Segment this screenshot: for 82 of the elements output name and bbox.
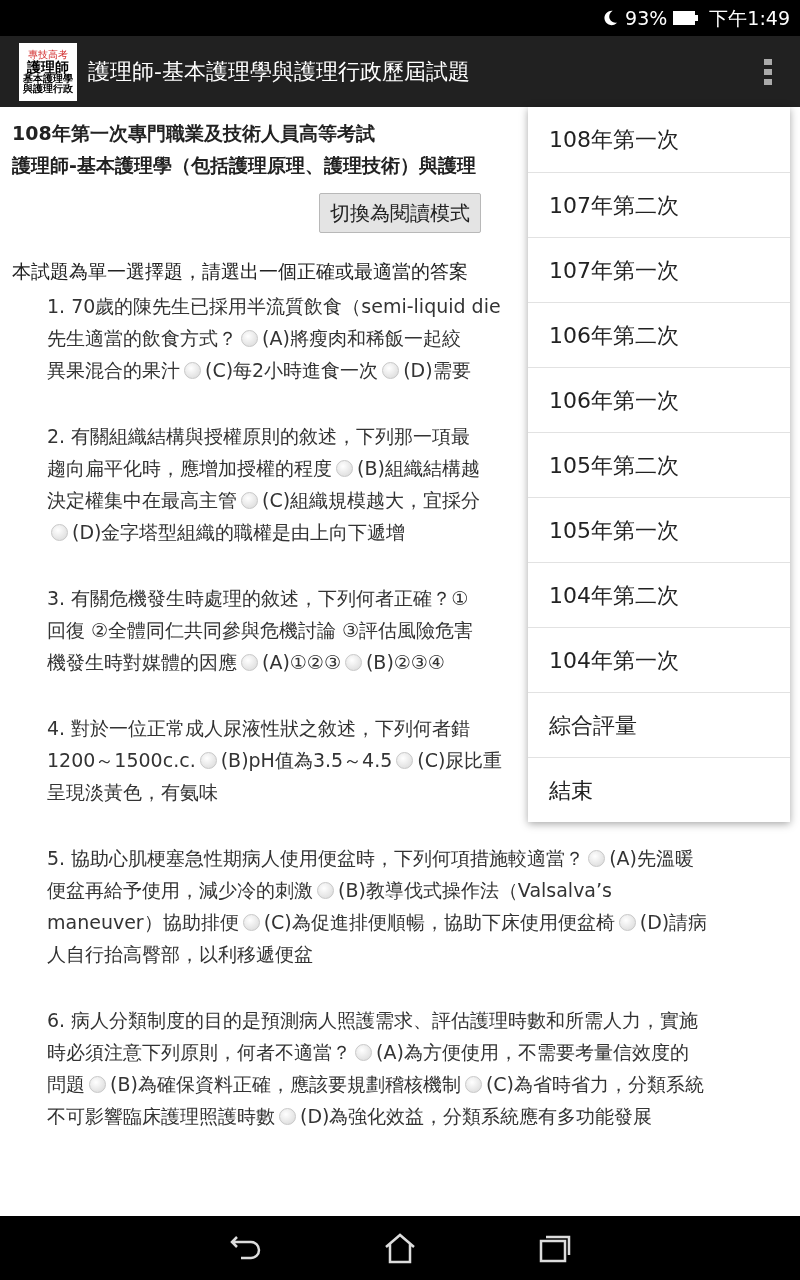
question-text: 2. 有關組織結構與授權原則的敘述，下列那一項最: [47, 423, 471, 449]
question-text: 時必須注意下列原則，何者不適當？: [47, 1039, 351, 1065]
battery-icon: [673, 10, 700, 26]
question-text: 異果混合的果汁: [47, 357, 180, 383]
instruction-text: 本試題為單一選擇題，請選出一個正確或最適當的答案: [12, 259, 468, 284]
question-text: 機發生時對媒體的因應: [47, 649, 237, 675]
menu-item[interactable]: 107年第二次: [528, 172, 790, 237]
question-text: (B)pH值為3.5～4.5: [220, 747, 393, 773]
radio-button[interactable]: [588, 849, 606, 867]
question-text: 4. 對於一位正常成人尿液性狀之敘述，下列何者錯: [47, 715, 471, 741]
clock-time: 下午1:49: [709, 5, 790, 31]
radio-button[interactable]: [396, 751, 414, 769]
question-text: (C)為省時省力，分類系統: [485, 1071, 704, 1097]
question-text: 6. 病人分類制度的目的是預測病人照護需求、評估護理時數和所需人力，實施: [47, 1007, 699, 1033]
battery-percent: 93%: [625, 5, 668, 31]
question-text: maneuver）協助排便: [47, 909, 239, 935]
radio-button[interactable]: [89, 1075, 106, 1093]
logo-text: 護理師: [27, 59, 69, 74]
question-text: 問題: [47, 1071, 85, 1097]
question-text: (B)為確保資料正確，應該要規劃稽核機制: [110, 1071, 461, 1097]
menu-item[interactable]: 105年第一次: [528, 497, 790, 562]
radio-button[interactable]: [464, 1075, 482, 1093]
exam-heading: 護理師-基本護理學（包括護理原理、護理技術）與護理: [12, 153, 476, 178]
question-text: 人自行抬高臀部，以利移遞便盆: [47, 941, 313, 967]
question-text: (A)先溫暖: [609, 845, 694, 871]
logo-text: 專技高考: [28, 49, 68, 60]
question-text: (C)組織規模越大，宜採分: [262, 487, 481, 513]
radio-button[interactable]: [241, 329, 258, 347]
menu-item[interactable]: 105年第二次: [528, 432, 790, 497]
radio-button[interactable]: [279, 1107, 296, 1125]
recent-apps-icon[interactable]: [537, 1233, 571, 1263]
app-title: 護理師-基本護理學與護理行政歷屆試題: [88, 58, 471, 86]
radio-button[interactable]: [618, 913, 636, 931]
question-text: 先生適當的飲食方式？: [47, 325, 237, 351]
question-text: 便盆再給予使用，減少冷的刺激: [47, 877, 313, 903]
radio-button[interactable]: [242, 913, 260, 931]
question-text: 1200～1500c.c.: [47, 747, 196, 773]
radio-button[interactable]: [355, 1043, 372, 1061]
question-text: (D)為強化效益，分類系統應有多功能發展: [300, 1103, 653, 1129]
more-options-icon[interactable]: [764, 58, 772, 85]
exam-heading: 108年第一次專門職業及技術人員高等考試: [12, 121, 375, 146]
question-text: (C)每2小時進食一次: [205, 357, 379, 383]
menu-item[interactable]: 108年第一次: [528, 107, 790, 172]
home-icon[interactable]: [383, 1232, 417, 1264]
question-text: (D)請病: [639, 909, 708, 935]
radio-button[interactable]: [184, 361, 201, 379]
radio-button[interactable]: [241, 653, 258, 671]
question-text: 決定權集中在最高主管: [47, 487, 237, 513]
menu-item[interactable]: 106年第二次: [528, 302, 790, 367]
question-text: 趨向扁平化時，應增加授權的程度: [47, 455, 332, 481]
radio-button[interactable]: [241, 491, 258, 509]
logo-text: 基本護理學: [23, 73, 73, 84]
radio-button[interactable]: [382, 361, 400, 379]
question-text: 3. 有關危機發生時處理的敘述，下列何者正確？①: [47, 585, 469, 611]
question-text: 呈現淡黃色，有氨味: [47, 779, 218, 805]
question-text: (C)為促進排便順暢，協助下床使用便盆椅: [263, 909, 615, 935]
question-text: (B)②③④: [365, 649, 445, 675]
question-text: 5. 協助心肌梗塞急性期病人使用便盆時，下列何項措施較適當？: [47, 845, 585, 871]
radio-button[interactable]: [344, 653, 362, 671]
question-text: 回復 ②全體同仁共同參與危機討論 ③評估風險危害: [47, 617, 474, 643]
reading-mode-button[interactable]: 切換為閱讀模式: [319, 193, 481, 233]
question-text: (D)需要: [403, 357, 471, 383]
radio-button[interactable]: [317, 881, 334, 899]
radio-button[interactable]: [51, 523, 68, 541]
menu-item[interactable]: 106年第一次: [528, 367, 790, 432]
question-text: (D)金字塔型組織的職權是由上向下遞增: [72, 519, 406, 545]
radio-button[interactable]: [336, 459, 353, 477]
logo-text: 與護理行政: [23, 83, 73, 94]
menu-item[interactable]: 104年第二次: [528, 562, 790, 627]
question-text: (B)教導伐式操作法（Valsalva’s: [338, 877, 612, 903]
radio-button[interactable]: [199, 751, 217, 769]
question-text: (B)組織結構越: [357, 455, 480, 481]
question-text: (A)為方便使用，不需要考量信效度的: [376, 1039, 689, 1065]
menu-item[interactable]: 結束: [528, 757, 790, 822]
menu-item[interactable]: 綜合評量: [528, 692, 790, 757]
question-text: 1. 70歲的陳先生已採用半流質飲食（semi-liquid die: [47, 293, 501, 319]
menu-item[interactable]: 107年第一次: [528, 237, 790, 302]
menu-item[interactable]: 104年第一次: [528, 627, 790, 692]
question-text: (C)尿比重: [417, 747, 503, 773]
question-text: (A)將瘦肉和稀飯一起絞: [262, 325, 461, 351]
question-text: (A)①②③: [262, 649, 341, 675]
question-text: 不可影響臨床護理照護時數: [47, 1103, 275, 1129]
